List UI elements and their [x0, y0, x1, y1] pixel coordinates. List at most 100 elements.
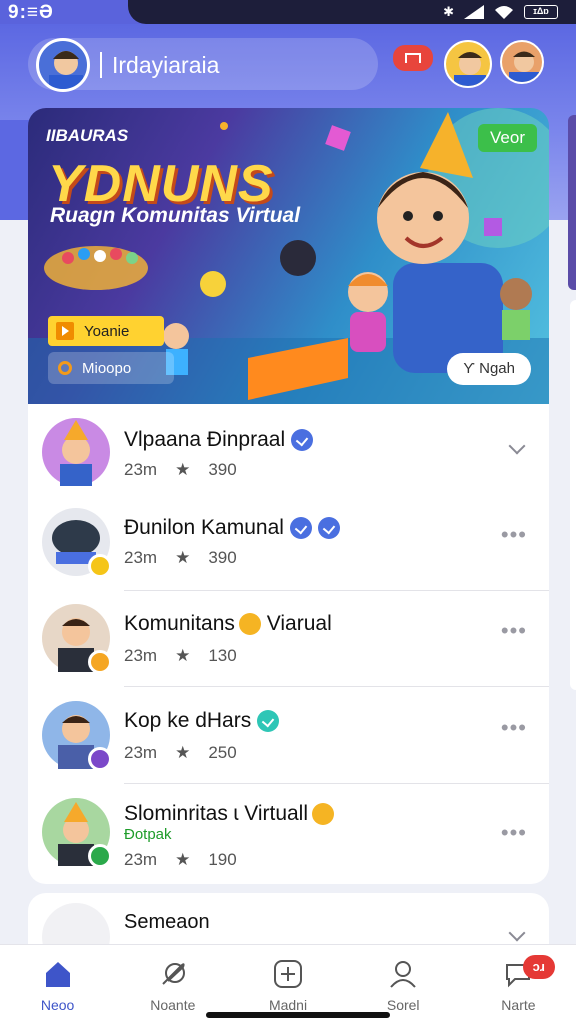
next-card-peek-2	[570, 300, 576, 690]
add-icon	[274, 960, 302, 988]
more-icon[interactable]: •••	[501, 715, 527, 741]
community-avatar	[42, 508, 112, 578]
list-item-count: 390	[208, 548, 237, 567]
more-icon[interactable]: •••	[501, 522, 527, 548]
list-item-meta: 23m ★ 390	[124, 460, 237, 480]
list-item-title-text: Vlpaana Ɖinpraal	[124, 428, 286, 451]
play-icon	[56, 322, 74, 340]
nav-home[interactable]: Neoo	[0, 945, 115, 1024]
notification-badge: ɔɹ	[522, 955, 555, 979]
status-bar: 9:≡Ə ✱ ɪΔɒ	[0, 0, 576, 26]
verified-icon	[291, 429, 314, 452]
home-icon	[45, 962, 70, 987]
emoji-icon	[312, 803, 335, 826]
signal-icon	[464, 5, 484, 19]
list-item-count: 250	[208, 743, 237, 762]
verified-icon	[257, 710, 280, 733]
list-item[interactable]: Kop ke dHars 23m ★ 250 •••	[28, 687, 549, 784]
list-item-title: Kop ke dHars	[124, 709, 280, 733]
nav-chat[interactable]: ɔɹ Narte	[461, 945, 576, 1024]
list-item-time: 23m	[124, 460, 158, 479]
list-item-title: Slominritas ɩ Virtuall	[124, 802, 335, 826]
nav-label: Madni	[268, 997, 308, 1013]
status-badge	[88, 844, 112, 868]
star-icon: ★	[175, 646, 191, 665]
chevron-down-icon[interactable]	[508, 924, 526, 942]
banner-brand: IIBAURAS	[46, 126, 129, 145]
list-item-count: 390	[208, 460, 237, 479]
community-avatar	[42, 798, 112, 868]
list-item[interactable]: Slominritas ɩ Virtuall Ɖotpak 23m ★ 190 …	[28, 784, 549, 884]
community-avatar	[42, 701, 112, 771]
list-item-time: 23m	[124, 743, 158, 762]
list-item-title-text: Kop ke dHars	[124, 709, 252, 732]
search-input[interactable]: Irdayiaraia	[112, 52, 219, 79]
list-item-meta: 23m ★ 130	[124, 646, 237, 666]
status-badge	[88, 747, 112, 771]
header-avatar-1[interactable]	[444, 40, 492, 88]
list-item[interactable]: Komunitans Viarual 23m ★ 130 •••	[28, 590, 549, 687]
emoji-icon	[238, 613, 261, 636]
banner-primary-button[interactable]: Yoanie	[48, 316, 164, 346]
live-icon	[405, 53, 421, 63]
list-item-subtitle: Ɖotpak	[124, 826, 172, 843]
list-item-count: 130	[208, 646, 237, 665]
list-item-meta: 23m ★ 250	[124, 743, 237, 763]
avatar-illustration	[60, 420, 92, 486]
header-avatar-2[interactable]	[500, 40, 544, 84]
list-item-meta: 23m ★ 190	[124, 850, 237, 870]
next-card-peek	[568, 115, 576, 290]
star-icon: ★	[175, 850, 191, 869]
banner-primary-label: Yoanie	[84, 322, 130, 340]
chevron-down-icon[interactable]	[508, 437, 526, 455]
nav-label: Narte	[501, 997, 536, 1013]
wifi-icon	[495, 6, 513, 19]
home-indicator	[206, 1012, 390, 1018]
list-item-title: Vlpaana Ɖinpraal	[124, 428, 314, 452]
status-badge	[88, 650, 112, 674]
card-title: Semeaon	[124, 911, 210, 933]
ring-icon	[58, 361, 72, 375]
banner-secondary-label: Mioopo	[82, 359, 132, 377]
nav-label: Noante	[150, 997, 196, 1013]
hero-banner[interactable]: IIBAURAS YDNUNS Ruagn Komunitas Virtual …	[28, 108, 549, 404]
live-button[interactable]	[393, 45, 433, 71]
list-item-title: Ɖunilon Kamunal	[124, 516, 340, 540]
list-item-count: 190	[208, 850, 237, 869]
list-item-title-text: Slominritas ɩ Virtuall	[124, 802, 309, 825]
list-item[interactable]: Ɖunilon Kamunal 23m ★ 390 •••	[28, 494, 549, 591]
list-item-title: Komunitans Viarual	[124, 612, 332, 636]
person-icon	[390, 961, 416, 988]
bluetooth-icon: ✱	[443, 4, 454, 19]
star-icon: ★	[175, 743, 191, 762]
community-list: Vlpaana Ɖinpraal 23m ★ 390 Ɖunilon Kamun…	[28, 404, 549, 884]
list-item-title-text: Ɖunilon Kamunal	[124, 516, 284, 539]
list-item-meta: 23m ★ 390	[124, 548, 237, 568]
badge-icon	[317, 517, 340, 540]
list-item-time: 23m	[124, 850, 158, 869]
verified-icon	[289, 517, 312, 540]
banner-secondary-button[interactable]: Mioopo	[48, 352, 174, 384]
header-strip	[0, 120, 30, 220]
nav-label: Sorel	[386, 997, 420, 1013]
search-divider	[100, 52, 102, 78]
status-badge	[88, 554, 112, 578]
more-icon[interactable]: •••	[501, 618, 527, 644]
list-item-title-text: Komunitans	[124, 612, 235, 635]
star-icon: ★	[175, 548, 191, 567]
new-badge: Veor	[478, 124, 537, 152]
star-icon: ★	[175, 460, 191, 479]
more-icon[interactable]: •••	[501, 820, 527, 846]
list-item[interactable]: Vlpaana Ɖinpraal 23m ★ 390	[28, 404, 549, 501]
list-item-time: 23m	[124, 548, 158, 567]
community-avatar	[42, 418, 110, 486]
list-item-time: 23m	[124, 646, 158, 665]
user-avatar[interactable]	[36, 38, 90, 92]
battery-indicator: ɪΔɒ	[524, 5, 558, 19]
banner-subtitle: Ruagn Komunitas Virtual	[50, 204, 301, 227]
banner-right-button[interactable]: Ƴ Ngah	[447, 353, 531, 385]
status-icons: ✱ ɪΔɒ	[443, 4, 558, 20]
community-avatar	[42, 604, 112, 674]
feather-icon	[162, 963, 185, 985]
nav-label: Neoo	[40, 997, 75, 1013]
